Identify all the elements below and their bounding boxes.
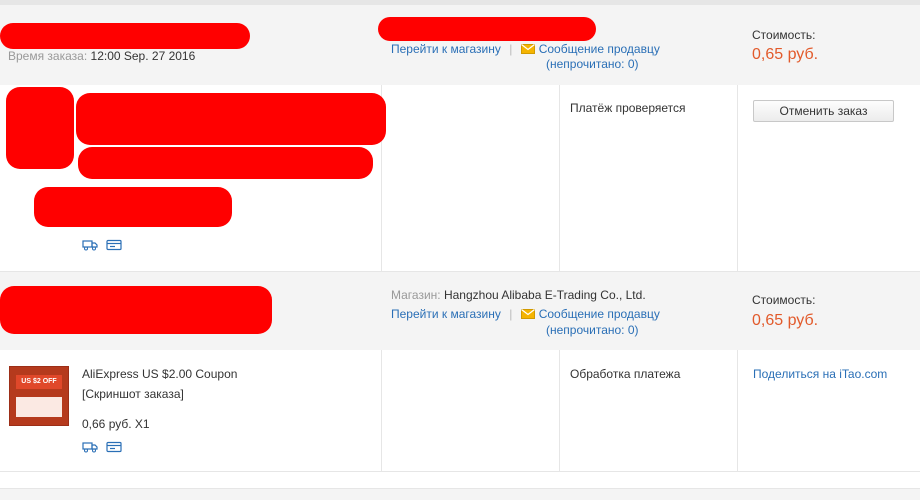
order-time-label: Время заказа: xyxy=(8,49,88,63)
column-divider xyxy=(737,85,738,271)
column-divider xyxy=(381,350,382,471)
message-seller-label: Сообщение продавцу xyxy=(538,42,660,56)
price-label: Стоимость: xyxy=(752,28,816,42)
message-seller-label: Сообщение продавцу xyxy=(538,307,660,321)
share-itao-link[interactable]: Поделиться на iTao.com xyxy=(753,367,887,381)
price-label: Стоимость: xyxy=(752,293,816,307)
redacted-product-image xyxy=(6,87,74,169)
order-2-body: US $2 OFF AliExpress US $2.00 Coupon [Ск… xyxy=(0,350,920,472)
redacted-product-title xyxy=(78,147,373,179)
order-status: Обработка платежа xyxy=(570,367,681,381)
unread-count[interactable]: (непрочитано: 0) xyxy=(546,57,639,71)
product-title[interactable]: AliExpress US $2.00 Coupon xyxy=(82,367,237,381)
envelope-icon xyxy=(520,44,535,54)
message-seller-link[interactable]: Сообщение продавцу xyxy=(520,42,660,56)
envelope-icon xyxy=(520,309,535,319)
thumbnail-badge: US $2 OFF xyxy=(16,375,62,389)
order-1-store-actions: Перейти к магазину | Сообщение продавцу xyxy=(391,42,660,56)
redacted-order-number xyxy=(0,23,250,49)
redacted-store-name xyxy=(378,17,596,41)
order-price: 0,65 руб. xyxy=(752,312,819,329)
separator: | xyxy=(509,42,513,56)
cancel-order-button[interactable]: Отменить заказ xyxy=(753,100,894,122)
order-1-header: Время заказа: 12:00 Sep. 27 2016 Перейти… xyxy=(0,4,920,86)
column-divider xyxy=(559,85,560,271)
store-label: Магазин: xyxy=(391,288,441,302)
store-info: Магазин: Hangzhou Alibaba E-Trading Co.,… xyxy=(391,288,646,302)
order-1-body: Платёж проверяется Отменить заказ xyxy=(0,85,920,272)
card-icon[interactable] xyxy=(106,239,122,251)
redacted-product-details xyxy=(34,187,232,227)
share-site: iTao.com xyxy=(839,367,888,381)
next-order-header xyxy=(0,488,920,500)
share-prefix: Поделиться на xyxy=(753,367,840,381)
column-divider xyxy=(559,350,560,471)
order-time: Время заказа: 12:00 Sep. 27 2016 xyxy=(8,49,195,63)
order-2-store-actions: Перейти к магазину | Сообщение продавцу xyxy=(391,307,660,321)
order-price: 0,65 руб. xyxy=(752,46,819,63)
truck-icon[interactable] xyxy=(82,239,98,251)
redacted-order-number xyxy=(0,286,272,334)
product-price-qty: 0,66 руб. X1 xyxy=(82,417,150,431)
card-icon[interactable] xyxy=(106,441,122,453)
truck-icon[interactable] xyxy=(82,441,98,453)
thumbnail-card xyxy=(16,397,62,417)
unread-count[interactable]: (непрочитано: 0) xyxy=(546,323,639,337)
separator: | xyxy=(509,307,513,321)
product-thumbnail[interactable]: US $2 OFF xyxy=(9,366,69,426)
redacted-product-title xyxy=(76,93,386,145)
order-snapshot-link[interactable]: [Скриншот заказа] xyxy=(82,387,184,401)
message-seller-link[interactable]: Сообщение продавцу xyxy=(520,307,660,321)
go-to-store-link[interactable]: Перейти к магазину xyxy=(391,307,501,321)
store-name: Hangzhou Alibaba E-Trading Co., Ltd. xyxy=(443,288,646,302)
order-status: Платёж проверяется xyxy=(570,101,686,115)
order-2-header: Магазин: Hangzhou Alibaba E-Trading Co.,… xyxy=(0,271,920,351)
go-to-store-link[interactable]: Перейти к магазину xyxy=(391,42,501,56)
order-time-value: 12:00 Sep. 27 2016 xyxy=(90,49,196,63)
column-divider xyxy=(737,350,738,471)
